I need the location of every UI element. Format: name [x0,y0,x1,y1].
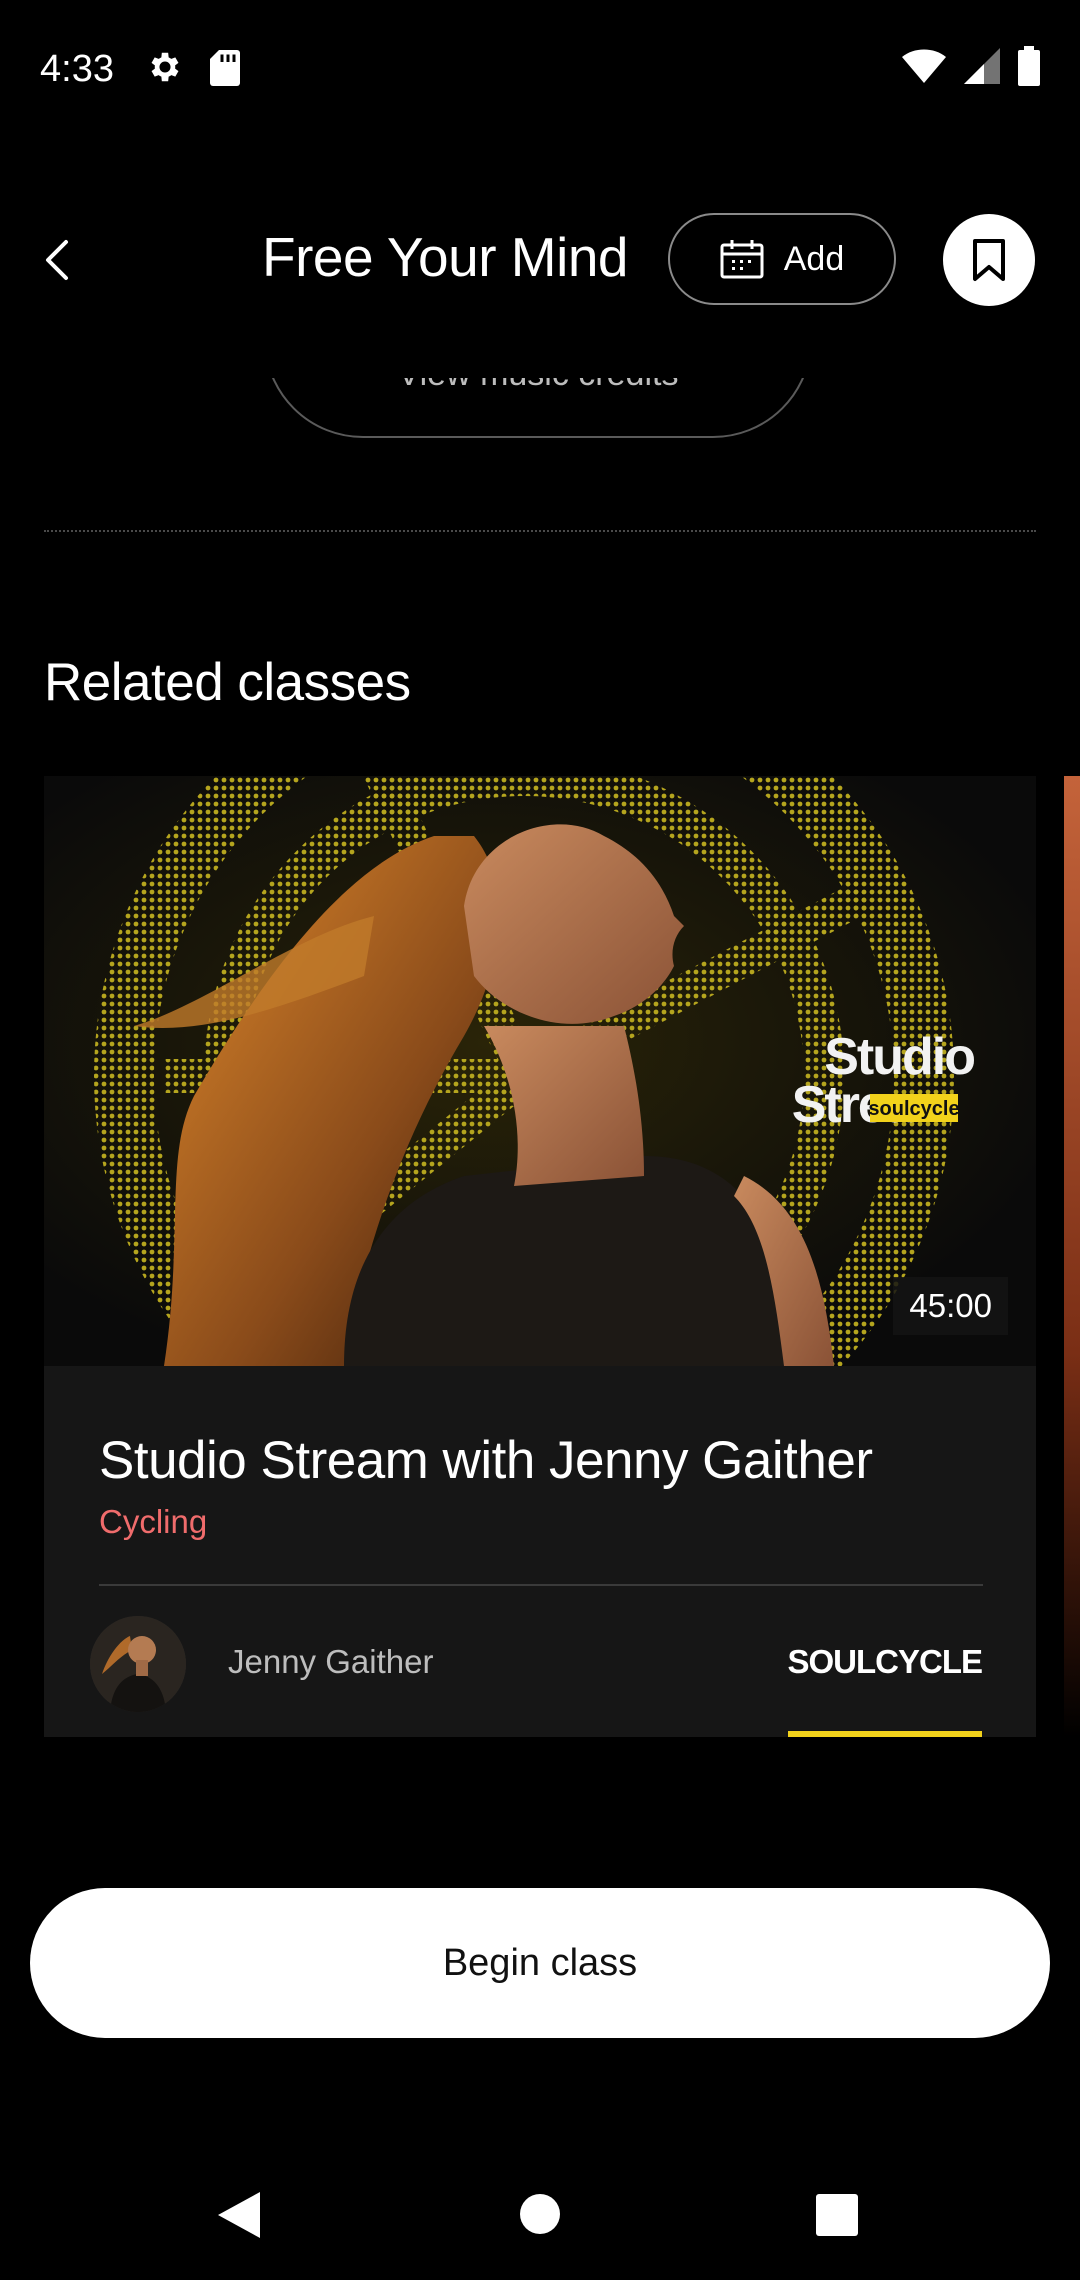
class-category: Cycling [99,1503,208,1540]
instructor-name: Jenny Gaither [228,1643,434,1680]
wifi-icon [902,49,946,83]
begin-class-button[interactable]: Begin class [30,1888,1050,2038]
add-button-label: Add [783,239,845,278]
thumbnail-tag: soulcycle [868,1098,959,1120]
status-indicators [902,46,1040,86]
instructor-avatar [90,1616,186,1712]
section-title: Related classes [44,653,411,712]
duration-badge: 45:00 [893,1277,1008,1335]
related-class-card[interactable]: Studio Stream soulcycle 45:00 Studio Str… [44,776,1036,1737]
card-divider [99,1584,983,1586]
nav-recents-icon[interactable] [816,2194,858,2236]
back-arrow-icon[interactable] [38,230,76,290]
divider [44,530,1036,532]
class-title: Studio Stream with Jenny Gaither [99,1431,873,1490]
page-title: Free Your Mind [262,226,629,288]
brand-label: SOULCYCLE [787,1643,983,1680]
thumbnail-artwork: Studio Stream soulcycle [44,776,1036,1366]
brand-underline [788,1731,982,1737]
begin-class-label: Begin class [442,1941,638,1984]
cellular-signal-icon [964,48,1000,84]
next-related-card-peek[interactable] [1064,776,1080,1737]
bookmark-button[interactable] [943,214,1035,306]
settings-icon [151,52,179,82]
bookmark-icon [973,239,1005,281]
nav-home-icon[interactable] [520,2194,560,2234]
avatar-image [90,1616,186,1712]
sd-card-icon [210,50,240,86]
header-overlap [264,330,816,378]
add-to-calendar-button[interactable]: Add [668,213,896,305]
class-thumbnail: Studio Stream soulcycle 45:00 [44,776,1036,1366]
calendar-icon [720,240,764,279]
battery-icon [1018,46,1040,86]
nav-back-icon[interactable] [216,2190,262,2240]
status-time: 4:33 [40,48,114,90]
